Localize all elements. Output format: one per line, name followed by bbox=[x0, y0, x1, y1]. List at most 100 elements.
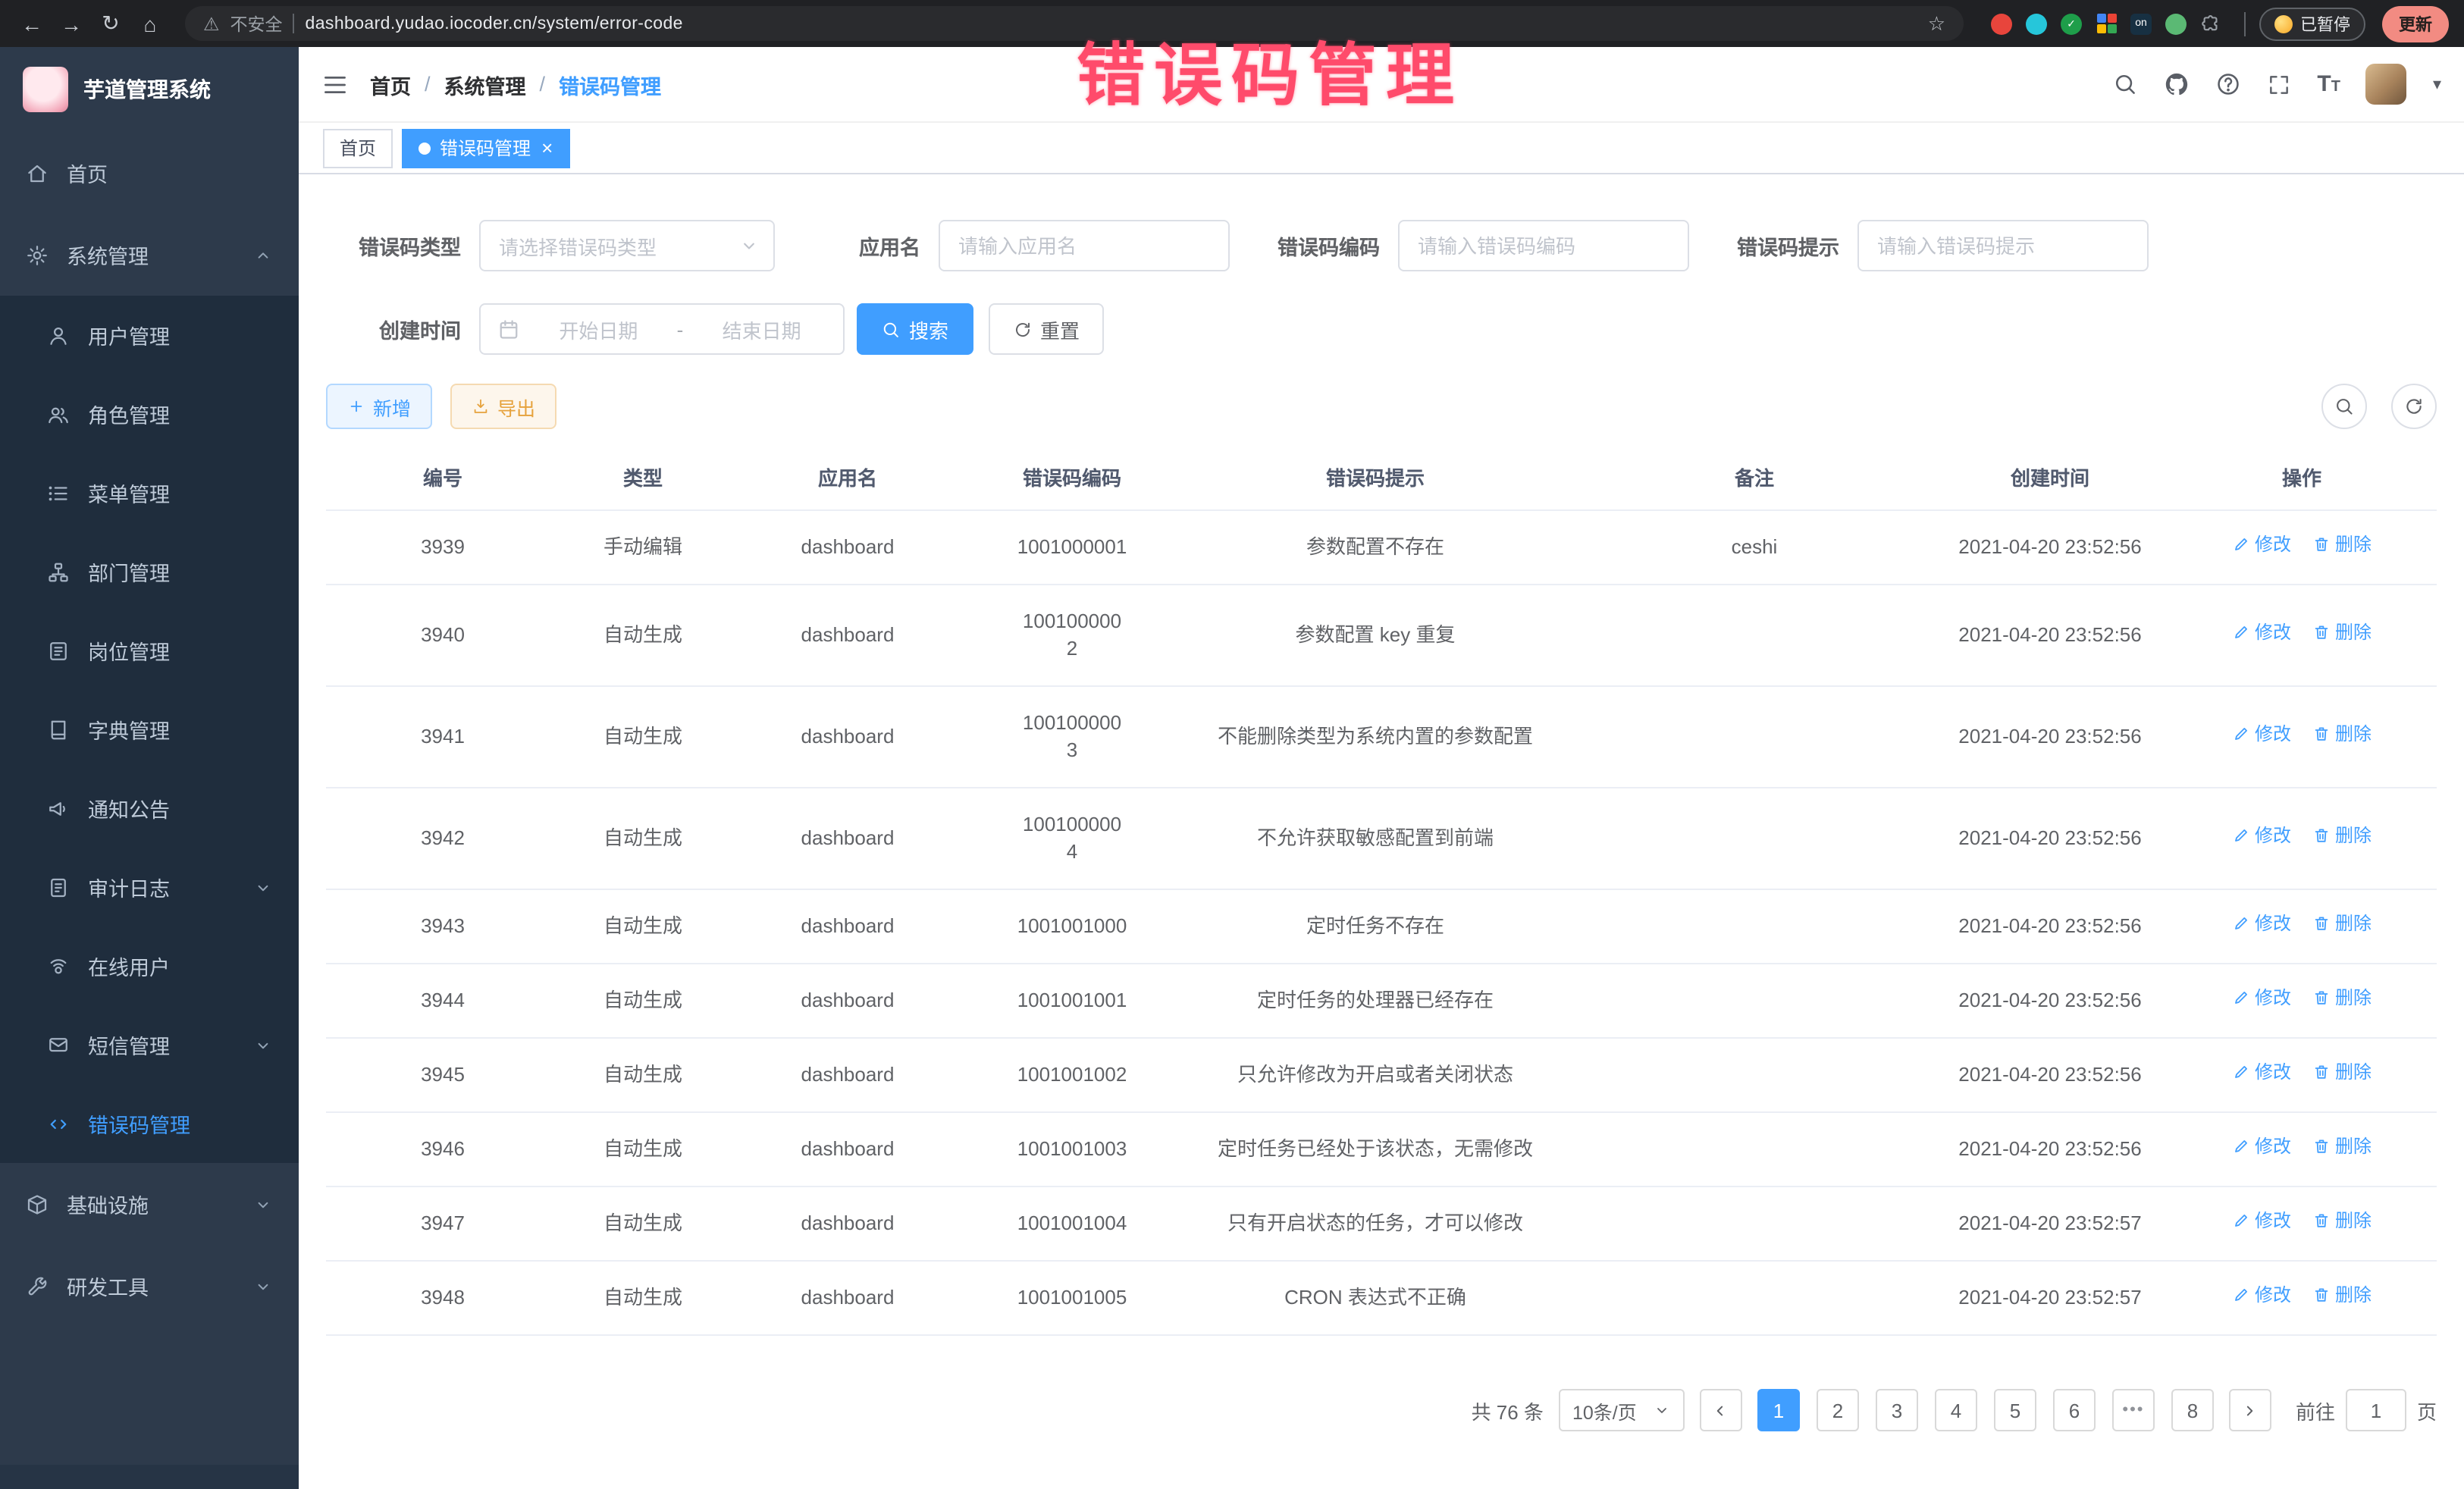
cell-id: 3945 bbox=[326, 1038, 560, 1112]
page-button-5[interactable]: 5 bbox=[1994, 1389, 2036, 1431]
tab-error-code[interactable]: 错误码管理 × bbox=[402, 128, 569, 168]
app-title: 芋道管理系统 bbox=[83, 74, 211, 105]
goto-page-input[interactable] bbox=[2346, 1389, 2406, 1431]
next-page-button[interactable] bbox=[2229, 1389, 2271, 1431]
tab-dot-icon bbox=[419, 142, 431, 154]
sidebar-item-post[interactable]: 岗位管理 bbox=[0, 611, 299, 690]
edit-link[interactable]: 修改 bbox=[2232, 826, 2291, 845]
edit-link[interactable]: 修改 bbox=[2232, 623, 2291, 641]
browser-home-icon[interactable]: ⌂ bbox=[133, 7, 167, 40]
refresh-table-button[interactable] bbox=[2391, 384, 2437, 429]
delete-link[interactable]: 删除 bbox=[2312, 1286, 2372, 1304]
sidebar-item-notice[interactable]: 通知公告 bbox=[0, 769, 299, 848]
cell-type: 自动生成 bbox=[560, 1186, 726, 1261]
create-time-range-picker[interactable]: 开始日期 - 结束日期 bbox=[479, 303, 845, 355]
edit-link[interactable]: 修改 bbox=[2232, 1212, 2291, 1230]
page-button-3[interactable]: 3 bbox=[1876, 1389, 1918, 1431]
tab-home[interactable]: 首页 bbox=[323, 128, 393, 168]
sidebar-item-dev-tools[interactable]: 研发工具 bbox=[0, 1245, 299, 1327]
delete-link[interactable]: 删除 bbox=[2312, 914, 2372, 933]
hamburger-icon[interactable] bbox=[321, 71, 349, 98]
sidebar-item-sms[interactable]: 短信管理 bbox=[0, 1005, 299, 1084]
edit-link[interactable]: 修改 bbox=[2232, 1063, 2291, 1081]
sidebar-item-audit-log[interactable]: 审计日志 bbox=[0, 848, 299, 926]
add-button[interactable]: 新增 bbox=[326, 384, 432, 429]
cell-hint: 参数配置 key 重复 bbox=[1175, 585, 1575, 686]
browser-update-button[interactable]: 更新 bbox=[2382, 5, 2449, 42]
sidebar-item-dict[interactable]: 字典管理 bbox=[0, 690, 299, 769]
recording-indicator-icon[interactable] bbox=[1991, 13, 2012, 34]
fullscreen-icon[interactable] bbox=[2267, 72, 2291, 96]
apps-grid-icon[interactable] bbox=[2096, 13, 2117, 34]
toggle-search-button[interactable] bbox=[2321, 384, 2367, 429]
browser-reload-icon[interactable]: ↻ bbox=[94, 7, 127, 40]
error-hint-input[interactable] bbox=[1857, 220, 2149, 271]
error-code-input[interactable] bbox=[1398, 220, 1689, 271]
sidebar-item-infra[interactable]: 基础设施 bbox=[0, 1163, 299, 1245]
delete-link[interactable]: 删除 bbox=[2312, 623, 2372, 641]
start-date-placeholder: 开始日期 bbox=[534, 315, 663, 343]
leaf-icon[interactable] bbox=[2165, 13, 2187, 34]
github-icon[interactable] bbox=[2164, 71, 2190, 97]
delete-link[interactable]: 删除 bbox=[2312, 725, 2372, 743]
sidebar-item-user[interactable]: 用户管理 bbox=[0, 296, 299, 375]
sidebar-item-menu[interactable]: 菜单管理 bbox=[0, 453, 299, 532]
edit-link[interactable]: 修改 bbox=[2232, 1137, 2291, 1155]
caret-down-icon[interactable]: ▾ bbox=[2433, 74, 2441, 94]
home-icon bbox=[26, 161, 49, 184]
help-icon[interactable] bbox=[2215, 71, 2241, 97]
delete-link[interactable]: 删除 bbox=[2312, 826, 2372, 845]
page-button-1[interactable]: 1 bbox=[1757, 1389, 1800, 1431]
edit-link[interactable]: 修改 bbox=[2232, 725, 2291, 743]
green-check-icon[interactable]: ✓ bbox=[2061, 13, 2082, 34]
sidebar-item-label: 角色管理 bbox=[88, 399, 170, 429]
delete-link[interactable]: 删除 bbox=[2312, 1137, 2372, 1155]
password-on-icon[interactable]: on bbox=[2130, 13, 2152, 34]
delete-link[interactable]: 删除 bbox=[2312, 989, 2372, 1007]
delete-icon bbox=[2312, 1286, 2331, 1304]
reset-button[interactable]: 重置 bbox=[989, 303, 1104, 355]
edit-link[interactable]: 修改 bbox=[2232, 535, 2291, 553]
app-name-input[interactable] bbox=[939, 220, 1230, 271]
edit-link[interactable]: 修改 bbox=[2232, 914, 2291, 933]
page-button-2[interactable]: 2 bbox=[1817, 1389, 1859, 1431]
sidebar-item-role[interactable]: 角色管理 bbox=[0, 375, 299, 453]
bookmark-star-icon[interactable]: ☆ bbox=[1928, 11, 1945, 36]
sidebar-item-dept[interactable]: 部门管理 bbox=[0, 532, 299, 611]
error-type-select[interactable]: 请选择错误码类型 bbox=[479, 220, 775, 271]
sidebar-collapse-bar[interactable] bbox=[0, 1465, 299, 1489]
browser-back-icon[interactable]: ← bbox=[15, 7, 49, 40]
delete-link[interactable]: 删除 bbox=[2312, 535, 2372, 553]
sidebar-item-label: 首页 bbox=[67, 158, 108, 188]
goto-label: 前往 bbox=[2296, 1396, 2335, 1425]
paused-badge[interactable]: 已暂停 bbox=[2259, 7, 2365, 40]
page-size-select[interactable]: 10条/页 bbox=[1559, 1389, 1685, 1431]
color-drop-icon[interactable] bbox=[2026, 13, 2047, 34]
font-size-icon[interactable]: TT bbox=[2317, 73, 2340, 96]
extensions-puzzle-icon[interactable] bbox=[2200, 13, 2221, 34]
sidebar-item-online-user[interactable]: 在线用户 bbox=[0, 926, 299, 1005]
page-button-4[interactable]: 4 bbox=[1935, 1389, 1977, 1431]
export-button[interactable]: 导出 bbox=[450, 384, 556, 429]
address-bar[interactable]: ⚠ 不安全 dashboard.yudao.iocoder.cn/system/… bbox=[185, 6, 1964, 41]
delete-link[interactable]: 删除 bbox=[2312, 1063, 2372, 1081]
user-avatar[interactable] bbox=[2366, 64, 2407, 105]
page-button-8[interactable]: 8 bbox=[2171, 1389, 2214, 1431]
browser-forward-icon[interactable]: → bbox=[55, 7, 88, 40]
cell-hint: 定时任务已经处于该状态，无需修改 bbox=[1175, 1112, 1575, 1186]
more-pages-button[interactable]: ••• bbox=[2112, 1389, 2155, 1431]
edit-link[interactable]: 修改 bbox=[2232, 1286, 2291, 1304]
sidebar-item-home[interactable]: 首页 bbox=[0, 132, 299, 214]
delete-link[interactable]: 删除 bbox=[2312, 1212, 2372, 1230]
search-button[interactable]: 搜索 bbox=[857, 303, 973, 355]
page-button-6[interactable]: 6 bbox=[2053, 1389, 2096, 1431]
breadcrumb-system[interactable]: 系统管理 bbox=[444, 69, 526, 99]
edit-link[interactable]: 修改 bbox=[2232, 989, 2291, 1007]
sidebar-item-error-code[interactable]: 错误码管理 bbox=[0, 1084, 299, 1163]
close-tab-icon[interactable]: × bbox=[541, 138, 553, 158]
header-search-icon[interactable] bbox=[2112, 71, 2138, 97]
sidebar-item-system[interactable]: 系统管理 bbox=[0, 214, 299, 296]
prev-page-button[interactable] bbox=[1700, 1389, 1742, 1431]
app-logo[interactable]: 芋道管理系统 bbox=[0, 47, 299, 132]
breadcrumb-home[interactable]: 首页 bbox=[370, 69, 411, 99]
